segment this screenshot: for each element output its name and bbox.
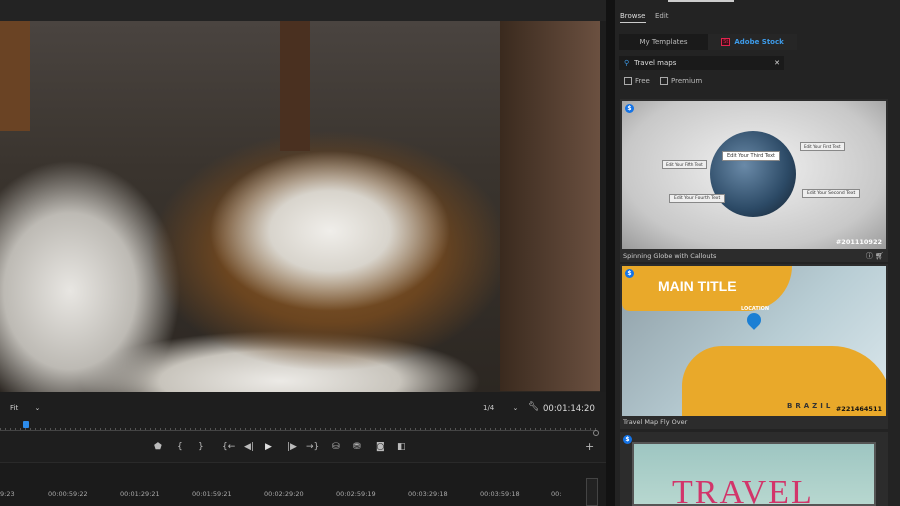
search-input[interactable]: ⚲ Travel maps ✕ (619, 56, 784, 70)
zoom-select[interactable]: Fit ⌄ (10, 404, 40, 412)
adobe-stock-label: Adobe Stock (734, 38, 784, 46)
premium-dollar-icon: $ (625, 104, 634, 113)
premium-label: Premium (671, 77, 703, 85)
playhead-handle[interactable] (23, 421, 29, 428)
panel-tab-indicator (668, 0, 734, 2)
thumbnail-map: MAIN TITLE LOCATION BRAZIL $ #221464511 (622, 266, 886, 416)
extract-button[interactable]: ⛃ (353, 442, 361, 452)
callout: Edit Your First Text (800, 142, 845, 151)
premium-checkbox[interactable]: Premium (660, 77, 702, 85)
go-to-in-button[interactable]: {← (222, 442, 235, 452)
panel-divider[interactable] (606, 0, 615, 506)
result-card[interactable]: TRAVEL $ (620, 432, 888, 506)
mark-in-button[interactable]: { (177, 442, 183, 452)
step-back-button[interactable]: ◀| (244, 442, 254, 452)
map-location-label: LOCATION (741, 306, 770, 312)
playhead-timecode[interactable]: 00:01:14:20 (543, 404, 595, 414)
time-tick: 00:00:59:22 (48, 490, 88, 498)
my-templates-label: My Templates (639, 38, 688, 46)
time-tick: 00:03:29:18 (408, 490, 448, 498)
time-tick: 9:23 (0, 490, 15, 498)
callout: Edit Your Third Text (722, 151, 780, 161)
map-main-title: MAIN TITLE (658, 278, 737, 294)
wrench-icon[interactable]: 🔧︎ (528, 402, 539, 412)
time-tick: 00:01:29:21 (120, 490, 160, 498)
top-bar (0, 0, 606, 21)
out-point-icon[interactable] (593, 430, 599, 436)
play-button[interactable]: ▶ (265, 442, 272, 452)
camera-icon[interactable]: ◙ (376, 442, 385, 452)
asset-id: #221464511 (835, 405, 882, 413)
go-to-out-button[interactable]: →} (306, 442, 319, 452)
search-value: Travel maps (634, 59, 677, 67)
clear-search-icon[interactable]: ✕ (774, 59, 780, 67)
premium-dollar-icon: $ (625, 269, 634, 278)
time-tick: 00:02:29:20 (264, 490, 304, 498)
tab-browse[interactable]: Browse (620, 12, 646, 23)
travel-title-art: TRAVEL (672, 474, 814, 506)
my-templates-button[interactable]: My Templates (619, 34, 708, 50)
globe-image (710, 131, 796, 217)
callout: Edit Your Fourth Text (669, 194, 726, 203)
map-country-label: BRAZIL (787, 402, 834, 410)
time-tick: 00: (551, 490, 562, 498)
program-monitor-video (0, 21, 600, 392)
checkbox-box (624, 77, 632, 85)
callout: Edit Your Second Text (802, 189, 861, 198)
time-tick: 00:02:59:19 (336, 490, 376, 498)
monitor-scrubber[interactable] (0, 423, 596, 431)
zoom-value: Fit (10, 404, 19, 412)
add-button-icon[interactable]: + (585, 440, 594, 453)
premium-dollar-icon: $ (623, 435, 632, 444)
lift-button[interactable]: ⛁ (332, 442, 340, 452)
mark-out-button[interactable]: } (198, 442, 204, 452)
callout: Edit Your Fifth Text (662, 160, 707, 169)
tab-edit[interactable]: Edit (655, 12, 669, 20)
time-tick: 00:01:59:21 (192, 490, 232, 498)
result-card[interactable]: MAIN TITLE LOCATION BRAZIL $ #221464511 … (620, 264, 888, 429)
checkbox-box (660, 77, 668, 85)
audio-meter (586, 478, 598, 506)
time-tick: 00:03:59:18 (480, 490, 520, 498)
add-marker-button[interactable]: ⬟ (154, 442, 162, 452)
thumbnail-globe: Edit Your Third Text Edit Your Fifth Tex… (622, 101, 886, 249)
search-icon: ⚲ (624, 59, 630, 67)
free-label: Free (635, 77, 650, 85)
resolution-select[interactable]: 1/4 ⌄ (483, 404, 518, 412)
result-title: Travel Map Fly Over (623, 418, 688, 426)
source-toggle: My Templates St Adobe Stock (619, 34, 797, 50)
comparison-view-button[interactable]: ◧ (397, 442, 406, 452)
result-title: Spinning Globe with Callouts (623, 252, 717, 260)
resolution-value: 1/4 (483, 404, 495, 412)
location-pin-icon (744, 310, 764, 330)
chevron-down-icon: ⌄ (512, 404, 519, 412)
step-forward-button[interactable]: |▶ (287, 442, 297, 452)
asset-id: #201110922 (835, 238, 882, 246)
free-checkbox[interactable]: Free (624, 77, 650, 85)
timeline-panel (0, 462, 606, 506)
result-card[interactable]: Edit Your Third Text Edit Your Fifth Tex… (620, 99, 888, 262)
info-cart-icons[interactable]: ⓘ 🛒︎ (866, 251, 884, 261)
stock-icon: St (721, 38, 731, 46)
adobe-stock-button[interactable]: St Adobe Stock (708, 34, 797, 50)
chevron-down-icon: ⌄ (34, 404, 41, 412)
thumbnail-travel: TRAVEL (632, 442, 876, 506)
